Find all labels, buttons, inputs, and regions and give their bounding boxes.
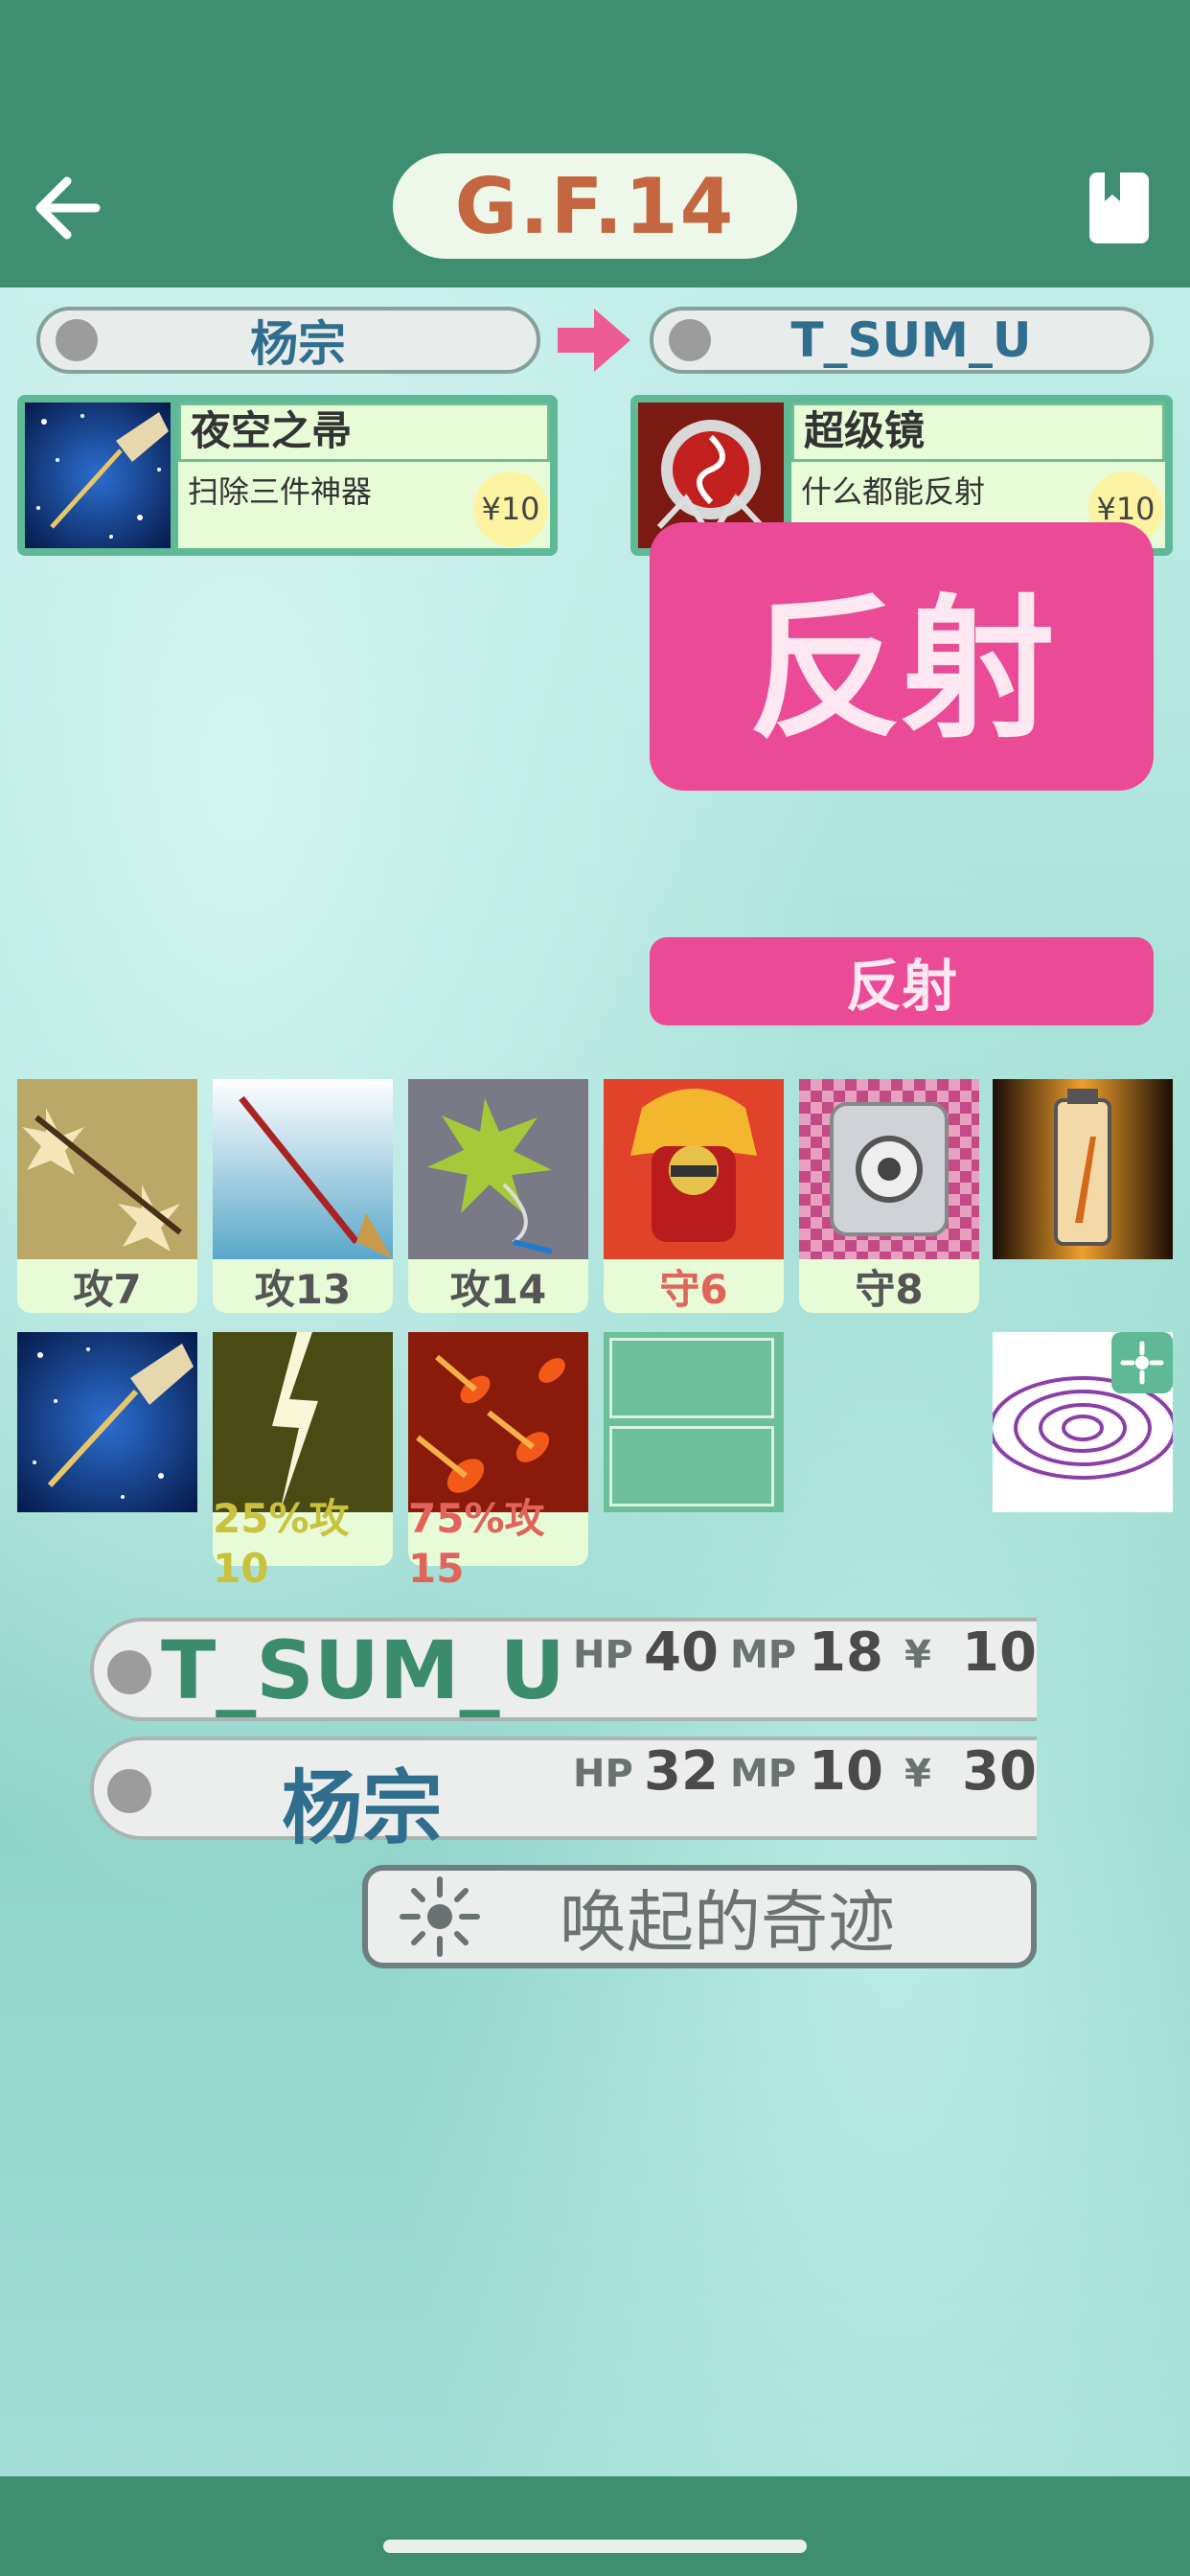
yen-label: ¥ [904, 1752, 931, 1796]
reflect-button[interactable]: 反射 [650, 937, 1154, 1025]
yen-label: ¥ [904, 1633, 931, 1677]
ripple-card[interactable] [993, 1332, 1173, 1512]
game-title: G.F.14 [393, 153, 797, 259]
night-broom-image [25, 402, 171, 548]
hp-value: 32 [644, 1740, 719, 1803]
item-card-broom[interactable]: 夜空之帚 扫除三件神器 ¥10 [17, 395, 558, 556]
player-from-pill: 杨宗 [36, 307, 540, 374]
lightning-card[interactable] [213, 1332, 393, 1512]
player-dot [669, 319, 711, 361]
home-indicator[interactable] [383, 2540, 807, 2553]
mp-value: 18 [809, 1622, 883, 1684]
night-broom-card[interactable] [17, 1332, 197, 1512]
hp-label: HP [573, 1633, 633, 1677]
morningstar-card[interactable] [408, 1079, 588, 1259]
canister-card[interactable] [993, 1079, 1173, 1259]
card-label: 攻7 [17, 1259, 197, 1313]
player-dot [56, 319, 98, 361]
armor-card[interactable] [604, 1079, 784, 1259]
card-label: 75%攻15 [408, 1495, 588, 1592]
hp-value: 40 [644, 1622, 719, 1684]
item-desc: 什么都能反射 [801, 473, 986, 510]
game-title-text: G.F.14 [454, 161, 736, 251]
mp-label: MP [730, 1752, 797, 1796]
item-price: ¥10 [473, 472, 548, 546]
item-name: 超级镜 [791, 402, 1165, 462]
bottom-bar [0, 2476, 1190, 2576]
sparkle-icon [397, 1874, 483, 1960]
bookmark-icon[interactable] [1087, 171, 1151, 245]
meteor-card[interactable] [408, 1332, 588, 1512]
status-bar-p1: T_SUM_U HP 40 MP 18 ¥ 10 [90, 1618, 1037, 1721]
item-desc: 扫除三件神器 [188, 473, 373, 510]
player-dot [107, 1769, 151, 1813]
player-dot [107, 1650, 151, 1694]
mp-label: MP [730, 1633, 797, 1677]
card-label: 守8 [799, 1259, 979, 1313]
right-arrow-icon [558, 309, 630, 372]
money-value: 30 [962, 1740, 1037, 1803]
card-label: 攻13 [213, 1259, 393, 1313]
miracle-label: 唤起的奇迹 [560, 1882, 895, 1962]
card-label: 攻14 [408, 1259, 588, 1313]
miracle-button[interactable]: 唤起的奇迹 [362, 1865, 1037, 1968]
reflect-banner: 反射 [650, 522, 1154, 791]
lance-card[interactable] [213, 1079, 393, 1259]
money-value: 10 [962, 1622, 1037, 1684]
spear-card[interactable] [17, 1079, 197, 1259]
player-from-name: 杨宗 [250, 316, 346, 372]
mp-value: 10 [809, 1740, 883, 1803]
card-label: 守6 [604, 1259, 784, 1313]
empty-card-slot[interactable] [604, 1332, 784, 1512]
player-to-pill: T_SUM_U [650, 307, 1154, 374]
safe-card[interactable] [799, 1079, 979, 1259]
player-to-name: T_SUM_U [790, 312, 1032, 368]
status-bar-p2: 杨宗 HP 32 MP 10 ¥ 30 [90, 1736, 1037, 1855]
item-name: 夜空之帚 [178, 402, 550, 462]
status-name: T_SUM_U [161, 1623, 565, 1717]
back-arrow-icon[interactable] [29, 165, 115, 251]
hp-label: HP [573, 1752, 633, 1796]
status-name: 杨宗 [282, 1761, 444, 1855]
card-label: 25%攻10 [213, 1495, 393, 1592]
